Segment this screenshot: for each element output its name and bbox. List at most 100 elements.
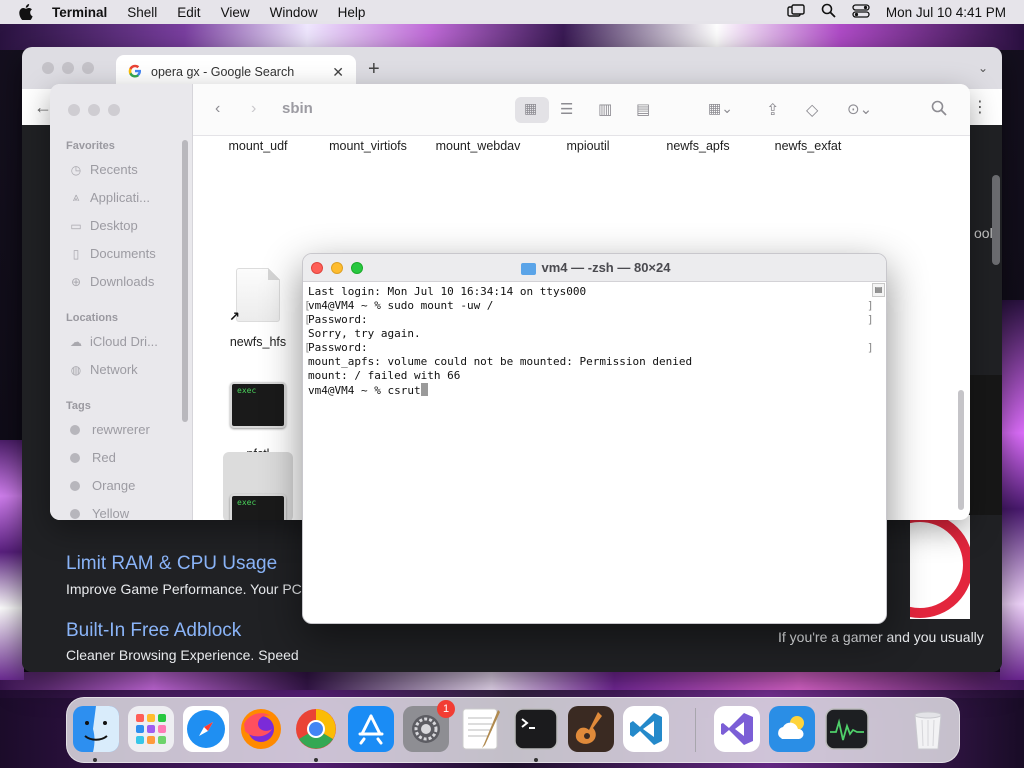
control-center-icon[interactable] <box>852 3 870 21</box>
settings-icon[interactable]: 1 <box>403 700 455 752</box>
sidebar-item-applications[interactable]: ⩓ Applicati... <box>68 190 150 205</box>
menu-bar: Terminal Shell Edit View Window Help Mon… <box>0 0 1024 24</box>
exec-file-icon[interactable]: exec <box>228 488 288 520</box>
safari-icon[interactable] <box>183 706 229 752</box>
tag-dot-icon <box>70 508 80 519</box>
spotlight-search-icon[interactable] <box>821 3 836 21</box>
file-label-mount-virtiofs[interactable]: mount_virtiofs <box>313 139 423 153</box>
page-vertical-scrollbar[interactable] <box>992 175 1000 265</box>
file-label-newfs-apfs[interactable]: newfs_apfs <box>643 139 753 153</box>
vscode-icon[interactable] <box>623 706 669 752</box>
chrome-tab-bar: opera gx - Google Search ✕ + ⌄ <box>22 47 1002 89</box>
exec-file-icon[interactable]: exec <box>228 376 288 436</box>
sidebar-item-label: Orange <box>92 478 136 493</box>
screen-mirroring-icon[interactable] <box>787 3 805 21</box>
menu-app-terminal[interactable]: Terminal <box>52 5 107 20</box>
terminal-icon[interactable] <box>513 706 559 752</box>
terminal-window: vm4 — -zsh — 80×24 Last login: Mon Jul 1… <box>302 253 887 624</box>
gallery-view-icon[interactable]: ▤ <box>636 100 650 118</box>
firefox-icon[interactable] <box>238 706 284 752</box>
file-label-mpioutil[interactable]: mpioutil <box>533 139 643 153</box>
dock-separator <box>695 708 696 752</box>
sidebar-scrollbar[interactable] <box>182 140 188 422</box>
folder-icon <box>520 262 536 275</box>
terminal-line: mount_apfs: volume could not be mounted:… <box>308 355 693 368</box>
launchpad-icon[interactable] <box>128 706 174 752</box>
feature-title-ram-cpu[interactable]: Limit RAM & CPU Usage <box>66 553 277 575</box>
new-tab-icon[interactable]: + <box>368 58 380 81</box>
textedit-icon[interactable] <box>458 706 504 752</box>
sidebar-tag-rewwrerer[interactable]: rewwrerer <box>68 422 150 437</box>
activity-monitor-icon[interactable] <box>824 706 870 752</box>
alias-file-icon[interactable]: ↗ <box>228 266 288 326</box>
tag-dot-icon <box>70 424 80 435</box>
menu-help[interactable]: Help <box>338 5 366 20</box>
app-store-icon[interactable] <box>348 706 394 752</box>
sidebar-tag-red[interactable]: Red <box>68 450 116 465</box>
search-icon[interactable] <box>931 100 947 121</box>
sidebar-item-label: Applicati... <box>90 190 150 205</box>
zoom-window-button[interactable] <box>82 62 94 74</box>
sidebar-item-icloud[interactable]: ☁ iCloud Dri... <box>68 334 158 349</box>
menu-shell[interactable]: Shell <box>127 5 157 20</box>
back-chevron-icon[interactable]: ‹ <box>215 100 220 118</box>
file-label-newfs-exfat[interactable]: newfs_exfat <box>753 139 863 153</box>
zoom-window-button[interactable] <box>108 104 120 116</box>
column-view-icon[interactable]: ▥ <box>598 100 612 118</box>
sidebar-item-recents[interactable]: ◷ Recents <box>68 162 138 177</box>
tag-dot-icon <box>70 452 80 463</box>
zoom-window-button[interactable] <box>351 262 363 274</box>
feature-title-adblock[interactable]: Built-In Free Adblock <box>66 620 241 642</box>
sidebar-header-favorites: Favorites <box>66 140 115 152</box>
garageband-icon[interactable] <box>568 706 614 752</box>
download-icon: ⊕ <box>70 274 82 289</box>
apple-menu-icon[interactable] <box>16 2 36 22</box>
list-view-icon[interactable]: ☰ <box>560 100 573 118</box>
menubar-clock[interactable]: Mon Jul 10 4:41 PM <box>886 5 1006 20</box>
close-window-button[interactable] <box>42 62 54 74</box>
forward-chevron-icon[interactable]: › <box>251 100 256 118</box>
trash-icon[interactable] <box>905 706 951 752</box>
menu-window[interactable]: Window <box>270 5 318 20</box>
sidebar-tag-orange[interactable]: Orange <box>68 478 135 493</box>
finder-icon[interactable] <box>73 706 119 752</box>
sidebar-item-label: Desktop <box>90 218 138 233</box>
minimize-window-button[interactable] <box>62 62 74 74</box>
close-window-button[interactable] <box>68 104 80 116</box>
terminal-content[interactable]: Last login: Mon Jul 10 16:34:14 on ttys0… <box>303 283 886 623</box>
share-icon[interactable]: ⇪ <box>766 100 779 120</box>
file-label-newfs-hfs[interactable]: newfs_hfs <box>203 335 313 349</box>
sidebar-header-tags: Tags <box>66 400 91 412</box>
sidebar-item-network[interactable]: ◍ Network <box>68 362 138 377</box>
sidebar-item-documents[interactable]: ▯ Documents <box>68 246 156 261</box>
file-label-mount-webdav[interactable]: mount_webdav <box>423 139 533 153</box>
weather-icon[interactable] <box>769 706 815 752</box>
sidebar-item-downloads[interactable]: ⊕ Downloads <box>68 274 154 289</box>
close-tab-icon[interactable]: ✕ <box>332 64 344 81</box>
minimize-window-button[interactable] <box>88 104 100 116</box>
menu-edit[interactable]: Edit <box>177 5 200 20</box>
page-image <box>910 515 970 619</box>
group-by-icon[interactable]: ▦⌄ <box>708 100 733 117</box>
chrome-icon[interactable] <box>293 706 339 752</box>
running-indicator <box>314 758 318 762</box>
finder-vertical-scrollbar[interactable] <box>958 390 964 510</box>
terminal-marks-icon[interactable]: ▤ <box>872 283 885 297</box>
sidebar-item-desktop[interactable]: ▭ Desktop <box>68 218 138 233</box>
menu-view[interactable]: View <box>221 5 250 20</box>
sidebar-header-locations: Locations <box>66 312 118 324</box>
tag-icon[interactable]: ◇ <box>806 100 818 120</box>
more-menu-icon[interactable]: ⋮ <box>972 97 988 117</box>
wallpaper-glow <box>1000 300 1024 680</box>
tab-search-chevron-icon[interactable]: ⌄ <box>978 61 988 75</box>
visual-studio-icon[interactable] <box>714 706 760 752</box>
file-label-mount-udf[interactable]: mount_udf <box>203 139 313 153</box>
minimize-window-button[interactable] <box>331 262 343 274</box>
window-controls <box>68 104 120 116</box>
page-text-fragment: ool <box>974 225 993 241</box>
sidebar-tag-yellow[interactable]: Yellow <box>68 506 129 520</box>
close-window-button[interactable] <box>311 262 323 274</box>
sidebar-item-label: Yellow <box>92 506 130 520</box>
wallpaper-glow <box>0 440 24 680</box>
action-more-icon[interactable]: ⊙⌄ <box>847 100 872 118</box>
